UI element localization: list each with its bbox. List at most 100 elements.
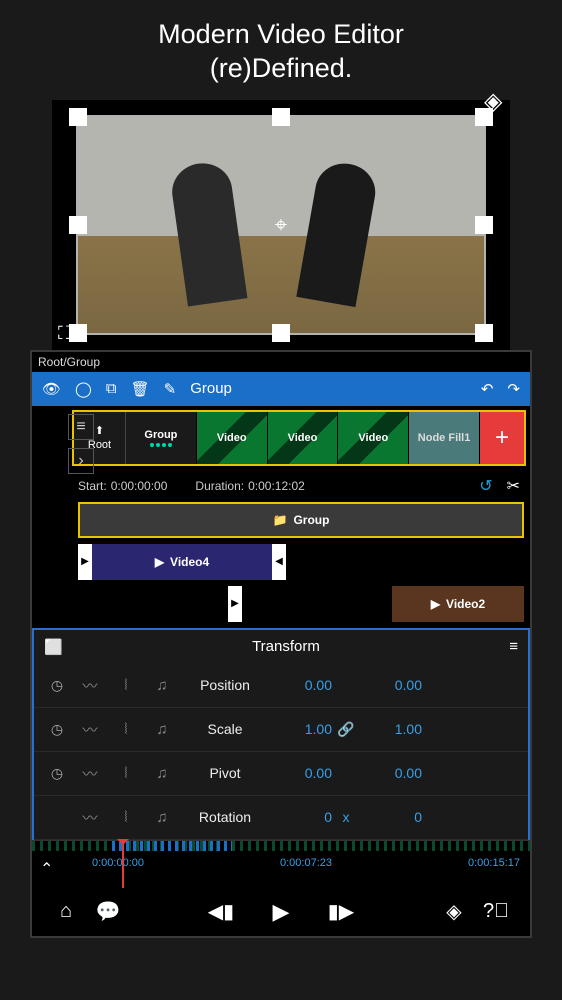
group-track-bar[interactable]: 📁 Group <box>78 502 524 538</box>
wiggle-icon[interactable]: ⦚ <box>108 677 144 694</box>
clip-video-3[interactable]: Video <box>338 412 409 464</box>
audio-icon[interactable]: ♫ <box>144 677 180 694</box>
rotate-handle[interactable]: ◈ <box>484 87 514 117</box>
add-clip-button[interactable]: + <box>480 412 524 464</box>
prop-label: Pivot <box>180 765 270 781</box>
clip-nodefill[interactable]: Node Fill1 <box>409 412 480 464</box>
prop-value-y[interactable]: 0.00 <box>360 677 422 693</box>
resize-handle-bm[interactable] <box>272 324 290 342</box>
delete-icon[interactable]: 🗑 <box>131 380 150 398</box>
prop-label: Position <box>180 677 270 693</box>
video2-track-bar[interactable]: ▶ Video2 <box>392 586 524 622</box>
diamond-icon[interactable]: ◈ <box>438 899 470 924</box>
wiggle-icon[interactable]: ⦚ <box>108 809 144 826</box>
prop-label: Scale <box>180 721 270 737</box>
prop-value-x[interactable]: 1.00 <box>270 721 332 737</box>
cut-icon[interactable]: ✂ <box>507 476 520 496</box>
timeline-ruler[interactable]: ⌃ 0:00:00:00 0:00:07:23 0:00:15:17 <box>32 840 530 888</box>
wiggle-icon[interactable]: ⦚ <box>108 765 144 782</box>
tagline-line1: Modern Video Editor <box>0 18 562 52</box>
audio-icon[interactable]: ♫ <box>144 765 180 782</box>
track-right-handle[interactable]: ◀ <box>272 544 286 580</box>
audio-icon[interactable]: ♫ <box>144 721 180 738</box>
visibility-icon[interactable]: 👁 <box>42 380 61 398</box>
video4-track-bar[interactable]: ▶ Video4 <box>92 544 272 580</box>
prop-row-rotation: 〰 ⦚ ♫ Rotation 0 x 0 <box>34 796 528 840</box>
stopwatch-icon[interactable]: ◷ <box>42 721 72 738</box>
tagline-line2: (re)Defined. <box>0 52 562 86</box>
time-info: Start: 0:00:00:00 Duration: 0:00:12:02 ↺… <box>32 470 530 502</box>
sidebar-list-icon[interactable]: ≡ <box>68 414 94 440</box>
resize-handle-mr[interactable] <box>475 216 493 234</box>
duration-label: Duration: <box>195 479 244 493</box>
redo-icon[interactable]: ↷ <box>507 380 520 398</box>
clip-label: Video <box>217 432 247 444</box>
bottom-nav: ⌂ 💬 ◀▮ ▶ ▮▶ ◈ ?⃝ <box>32 888 530 936</box>
ruler-time-1: 0:00:00:00 <box>92 857 144 869</box>
upload-icon: ⬆ <box>95 424 104 437</box>
ruler-time-2: 0:00:07:23 <box>280 857 332 869</box>
wiggle-icon[interactable]: ⦚ <box>108 721 144 738</box>
transform-header: ⬜ Transform ≡ <box>34 630 528 664</box>
prop-value-y[interactable]: 0 <box>360 809 422 825</box>
track-label: Group <box>293 513 329 527</box>
prop-row-position: ◷ 〰 ⦚ ♫ Position 0.00 0.00 <box>34 664 528 708</box>
curve-icon[interactable]: 〰 <box>72 675 108 696</box>
curve-icon[interactable]: 〰 <box>72 719 108 740</box>
collapse-icon[interactable]: ⌃ <box>40 859 53 879</box>
link-icon[interactable]: 🔗 <box>332 721 360 738</box>
prop-value-y[interactable]: 1.00 <box>360 721 422 737</box>
resize-handle-ml[interactable] <box>69 216 87 234</box>
track-left-handle[interactable]: ▶ <box>228 586 242 622</box>
playhead[interactable] <box>122 841 124 888</box>
prop-link: x <box>332 809 360 825</box>
resize-handle-tl[interactable] <box>69 108 87 126</box>
circle-icon[interactable]: ◯ <box>75 380 92 398</box>
toolbar: 👁 ◯ ⧉ 🗑 ✎ Group ↶ ↷ <box>32 372 530 406</box>
prop-value-x[interactable]: 0.00 <box>270 677 332 693</box>
duplicate-icon[interactable]: ⧉ <box>106 380 117 397</box>
comment-icon[interactable]: 💬 <box>92 899 124 924</box>
edit-icon[interactable]: ✎ <box>164 380 177 398</box>
prop-value-x[interactable]: 0.00 <box>270 765 332 781</box>
duration-value: 0:00:12:02 <box>248 479 305 493</box>
fullscreen-icon[interactable]: ⛶ <box>58 323 71 344</box>
reset-icon[interactable]: ↺ <box>479 476 492 496</box>
transform-anchor-icon[interactable]: ⬜ <box>44 638 63 656</box>
transform-menu-icon[interactable]: ≡ <box>509 638 518 655</box>
track-left-handle[interactable]: ▶ <box>78 544 92 580</box>
start-value: 0:00:00:00 <box>111 479 168 493</box>
audio-icon[interactable]: ♫ <box>144 809 180 826</box>
prop-row-scale: ◷ 〰 ⦚ ♫ Scale 1.00 🔗 1.00 <box>34 708 528 752</box>
clip-video-1[interactable]: Video <box>197 412 268 464</box>
clip-label: Node Fill1 <box>418 432 471 444</box>
preview-video-frame <box>78 117 484 333</box>
sidebar-expand-icon[interactable]: › <box>68 448 94 474</box>
clip-label: Video <box>288 432 318 444</box>
stopwatch-icon[interactable]: ◷ <box>42 677 72 694</box>
stopwatch-icon[interactable]: ◷ <box>42 765 72 782</box>
next-frame-icon[interactable]: ▮▶ <box>325 899 357 925</box>
prop-row-pivot: ◷ 〰 ⦚ ♫ Pivot 0.00 0.00 <box>34 752 528 796</box>
resize-handle-br[interactable] <box>475 324 493 342</box>
clip-label: Group <box>144 429 177 441</box>
video-icon: ▶ <box>431 597 440 611</box>
editor-panel: Root/Group 👁 ◯ ⧉ 🗑 ✎ Group ↶ ↷ ≡ › ⬆ Roo… <box>30 350 532 938</box>
undo-icon[interactable]: ↶ <box>481 380 494 398</box>
curve-icon[interactable]: 〰 <box>72 763 108 784</box>
clip-group[interactable]: Group <box>126 412 197 464</box>
resize-handle-tm[interactable] <box>272 108 290 126</box>
prev-frame-icon[interactable]: ◀▮ <box>205 899 237 925</box>
curve-icon[interactable]: 〰 <box>72 807 108 828</box>
prop-value-x[interactable]: 0 <box>270 809 332 825</box>
folder-icon: 📁 <box>273 513 288 527</box>
preview-selection-frame[interactable]: ⌖ ◈ <box>76 115 486 335</box>
clip-video-2[interactable]: Video <box>268 412 339 464</box>
prop-value-y[interactable]: 0.00 <box>360 765 422 781</box>
play-icon[interactable]: ▶ <box>265 899 297 925</box>
toolbar-label: Group <box>190 380 232 397</box>
resize-handle-bl[interactable] <box>69 324 87 342</box>
transform-title: Transform <box>63 638 510 655</box>
home-icon[interactable]: ⌂ <box>50 900 82 923</box>
help-icon[interactable]: ?⃝ <box>480 900 512 923</box>
